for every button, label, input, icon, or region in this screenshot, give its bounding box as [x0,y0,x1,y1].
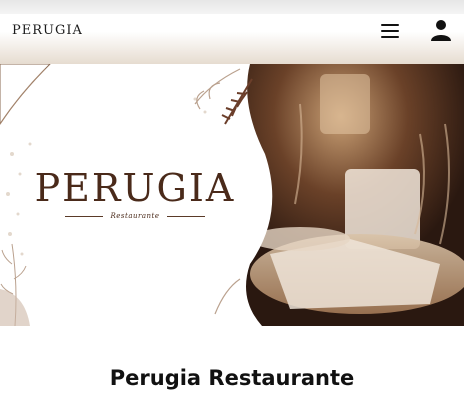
brand-subtitle-row: Restaurante [30,212,240,220]
brand-subtitle: Restaurante [110,212,160,220]
hamburger-menu-icon[interactable] [381,24,399,38]
divider-line [167,215,206,217]
site-header: PERUGIA [0,14,464,64]
section-title: Perugia Restaurante [109,366,355,390]
brand-lockup: PERUGIA Restaurante [30,168,240,220]
browser-top-bar [0,0,464,14]
site-logo[interactable]: PERUGIA [12,24,83,38]
user-account-icon[interactable] [430,19,452,41]
hero-banner: PERUGIA Restaurante [0,64,464,326]
intro-section: Perugia Restaurante [0,326,464,410]
divider-line [64,215,103,217]
brand-name: PERUGIA [34,166,236,210]
